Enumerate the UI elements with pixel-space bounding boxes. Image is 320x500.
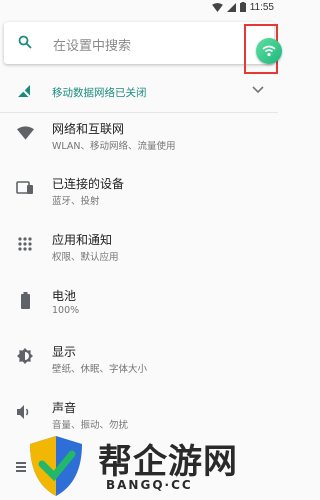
brightness-icon: [16, 347, 34, 365]
item-subtitle: 100%: [52, 305, 80, 316]
item-subtitle: 壁纸、休眠、字体大小: [52, 364, 148, 375]
item-title: 声音: [52, 401, 77, 415]
list-icon: [16, 462, 26, 472]
status-icons: 11:55: [211, 0, 274, 14]
settings-item-connected-devices[interactable]: 已连接的设备 蓝牙、投射: [0, 171, 278, 221]
apps-grid-icon: [16, 235, 34, 253]
settings-item-apps[interactable]: 应用和通知 权限、默认应用: [0, 227, 278, 277]
settings-item-battery[interactable]: 电池 100%: [0, 283, 278, 333]
item-title: 已连接的设备: [52, 177, 125, 191]
signal-status-icon: [226, 2, 236, 12]
watermark-logo: 帮企游网 BANGQ·CC: [26, 432, 278, 500]
item-subtitle: 蓝牙、投射: [52, 196, 100, 207]
battery-status-icon: [239, 2, 246, 12]
settings-item-display[interactable]: 显示 壁纸、休眠、字体大小: [0, 339, 278, 389]
chevron-down-icon[interactable]: [252, 86, 264, 94]
shield-logo-icon: [30, 436, 82, 496]
mobile-data-off-icon: [17, 84, 31, 98]
devices-icon: [16, 179, 34, 197]
item-subtitle: WLAN、移动网络、流量使用: [52, 141, 176, 152]
item-title: 应用和通知: [52, 233, 113, 247]
floating-assistant-button[interactable]: [244, 24, 282, 74]
status-bar: 11:55: [0, 0, 278, 14]
watermark-sub: BANGQ·CC: [106, 478, 193, 492]
settings-item-network[interactable]: 网络和互联网 WLAN、移动网络、流量使用: [0, 116, 278, 166]
item-title: 网络和互联网: [52, 122, 125, 136]
search-icon: [18, 35, 32, 49]
item-title: 显示: [52, 345, 77, 359]
watermark-text: 帮企游网: [98, 442, 238, 482]
divider: [0, 112, 278, 113]
wifi-status-icon: [211, 2, 223, 12]
volume-icon: [16, 403, 34, 421]
item-title: 电池: [52, 289, 77, 303]
status-time: 11:55: [249, 1, 274, 13]
item-subtitle: 音量、振动、勿扰: [52, 420, 129, 431]
search-input[interactable]: 在设置中搜索: [53, 35, 131, 54]
item-subtitle: 权限、默认应用: [52, 252, 119, 263]
wifi-icon: [16, 124, 34, 142]
floating-wifi-icon: [256, 38, 282, 64]
suggestion-text: 移动数据网络已关闭: [52, 87, 147, 99]
mobile-data-suggestion[interactable]: 移动数据网络已关闭: [0, 72, 278, 112]
battery-icon: [16, 291, 34, 309]
search-bar[interactable]: 在设置中搜索: [4, 22, 274, 64]
